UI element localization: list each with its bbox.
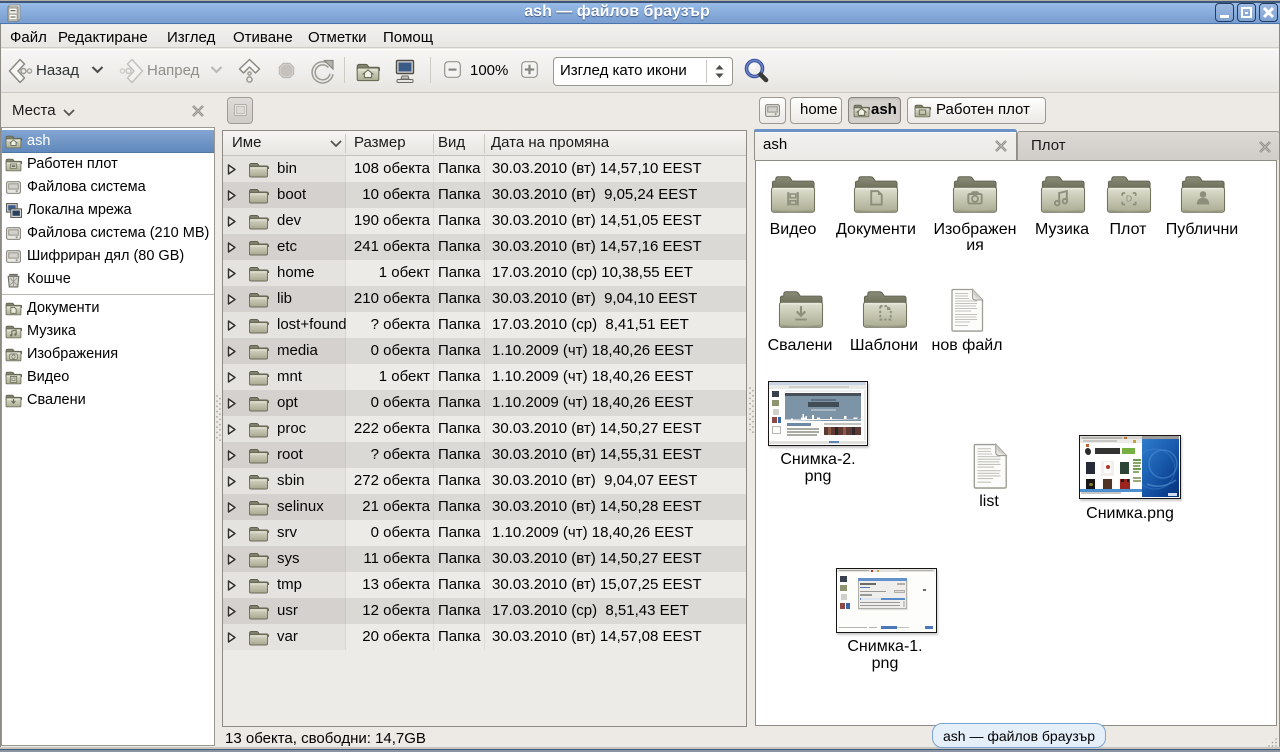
svg-text:D: D — [1126, 194, 1132, 204]
